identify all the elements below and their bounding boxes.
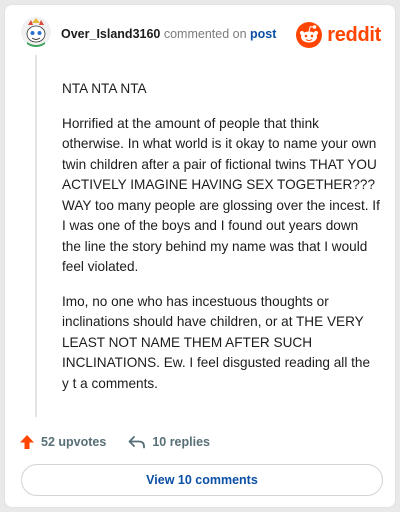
upvote-arrow-icon <box>20 435 34 449</box>
reddit-logo-icon <box>296 22 323 48</box>
action-text: commented on <box>163 27 247 41</box>
replies-count: 10 replies <box>152 435 210 449</box>
reddit-logo[interactable]: reddit <box>296 21 381 49</box>
thread-line[interactable] <box>35 55 37 417</box>
comment-card: Over_Island3160 commented on post reddit… <box>4 4 396 508</box>
comment-actions: 52 upvotes 10 replies <box>19 431 210 453</box>
replies-button[interactable]: 10 replies <box>128 435 210 449</box>
comment-paragraph: NTA NTA NTA <box>62 81 147 96</box>
comment-paragraph: Horrified at the amount of people that t… <box>62 115 380 275</box>
username-link[interactable]: Over_Island3160 <box>61 27 160 41</box>
reddit-wordmark: reddit <box>327 23 381 46</box>
snoo-avatar-icon <box>21 17 51 47</box>
upvote-button[interactable]: 52 upvotes <box>19 434 106 450</box>
comment-meta: Over_Island3160 commented on post <box>61 27 276 41</box>
avatar[interactable] <box>21 17 51 47</box>
post-link[interactable]: post <box>250 27 276 41</box>
comment-body: NTA NTA NTA Horrified at the amount of p… <box>62 79 380 408</box>
comment-paragraph: Imo, no one who has incestuous thoughts … <box>62 293 371 391</box>
reply-arrow-icon <box>128 436 146 449</box>
comment-header: Over_Island3160 commented on post reddit <box>5 5 395 65</box>
upvote-count: 52 upvotes <box>41 435 107 449</box>
view-comments-button[interactable]: View 10 comments <box>21 464 383 496</box>
